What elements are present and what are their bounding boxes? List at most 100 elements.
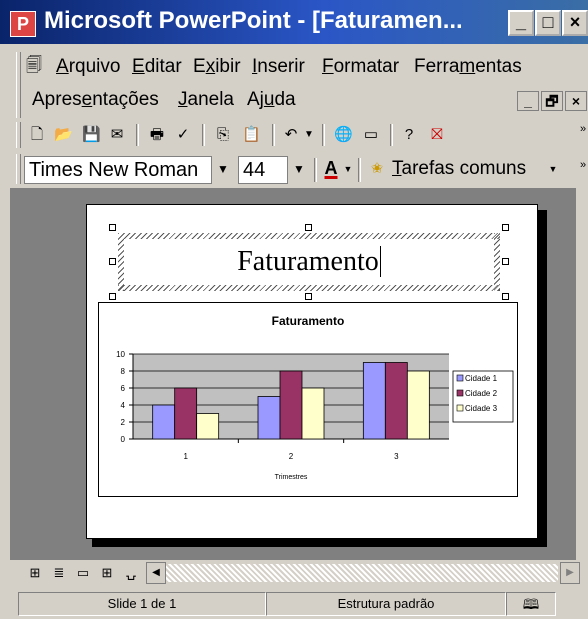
y-tick-label: 8 (121, 367, 126, 376)
toolbar-separator (314, 158, 317, 182)
menu-item-formatar[interactable]: Formatar (322, 56, 399, 78)
x-tick-label: 2 (289, 452, 294, 461)
slide-view-icon[interactable]: ▭ (74, 564, 92, 582)
bar (362, 362, 386, 440)
menu-item-ajuda[interactable]: Ajuda (247, 89, 296, 111)
minimize-button[interactable]: _ (508, 10, 534, 36)
y-tick-label: 4 (121, 401, 126, 410)
font-name-box[interactable]: Times New Roman (24, 156, 212, 184)
new-file-icon[interactable]: 🗋 (28, 126, 46, 144)
text-cursor (379, 246, 381, 277)
legend-swatch (456, 404, 464, 412)
tables-icon[interactable]: ▭ (362, 126, 380, 144)
bar (196, 413, 220, 440)
font-size-dropdown-icon[interactable]: ▼ (288, 156, 310, 184)
maximize-button[interactable]: □ (535, 10, 561, 36)
legend-label: Cidade 3 (465, 404, 498, 413)
font-color-icon[interactable]: A (320, 158, 342, 182)
resize-handle[interactable] (502, 224, 509, 231)
bar (301, 387, 325, 440)
chart-object[interactable]: Faturamento 0 2 4 6 8 10 1 2 3 Trimestres Cidade 1C… (98, 302, 518, 497)
bar (406, 370, 430, 440)
font-name-dropdown-icon[interactable]: ▼ (212, 156, 234, 184)
menu-item-editar[interactable]: Editar (132, 56, 182, 78)
doc-close-button[interactable]: × (565, 91, 587, 111)
insert-chart-icon[interactable]: 🌐 (334, 126, 353, 144)
toolbar-options-chevron-icon[interactable]: » (574, 156, 588, 174)
menubar-grip[interactable] (16, 52, 21, 118)
resize-handle[interactable] (109, 224, 116, 231)
slide-title: Faturamento (237, 246, 379, 277)
x-tick-label: 3 (394, 452, 399, 461)
bar (279, 370, 303, 440)
x-tick-label: 1 (183, 452, 188, 461)
bar (384, 362, 408, 440)
y-tick-label: 10 (116, 350, 125, 359)
toolbar-separator (358, 158, 361, 182)
tasks-button[interactable]: Tarefas comuns (392, 158, 526, 180)
email-icon[interactable]: ✉ (108, 126, 126, 144)
document-icon[interactable]: 🗐 (26, 56, 46, 76)
standard-toolbar-grip[interactable] (16, 122, 21, 148)
open-folder-icon[interactable]: 📂 (54, 126, 73, 144)
y-tick-label: 2 (121, 418, 126, 427)
toolbar-separator (136, 124, 139, 146)
menu-item-janela[interactable]: Janela (178, 89, 234, 111)
window-title: Microsoft PowerPoint - [Faturamen... (44, 7, 463, 34)
legend-label: Cidade 1 (465, 374, 498, 383)
tasks-dropdown-icon[interactable]: ▼ (546, 156, 560, 184)
resize-handle[interactable] (502, 293, 509, 300)
print-icon[interactable]: 🖶 (148, 126, 166, 144)
font-size-box[interactable]: 44 (238, 156, 288, 184)
normal-view-icon[interactable]: ⊞ (26, 564, 44, 582)
spelling-icon[interactable]: ✓ (174, 126, 192, 144)
slide-sorter-view-icon[interactable]: ⊞ (98, 564, 116, 582)
bar (257, 396, 281, 440)
formatting-toolbar-grip[interactable] (16, 154, 21, 184)
scroll-track[interactable] (166, 564, 558, 582)
bar (174, 387, 198, 440)
outline-view-icon[interactable]: ≣ (50, 564, 68, 582)
menu-item-apresentacoes[interactable]: Apresentações (32, 89, 159, 111)
legend-swatch (456, 389, 464, 397)
menu-item-arquivo[interactable]: Arquivo (56, 56, 120, 78)
spelling-status-icon[interactable]: 🕮 (506, 592, 556, 616)
copy-icon[interactable]: ⎘ (214, 126, 232, 144)
toolbar-separator (390, 124, 393, 146)
undo-dropdown-icon[interactable]: ▼ (300, 126, 318, 144)
save-icon[interactable]: 💾 (82, 126, 101, 144)
scroll-right-button[interactable]: ▶ (560, 562, 580, 584)
x-axis-label: Trimestres (275, 474, 308, 481)
resize-handle[interactable] (305, 293, 312, 300)
y-tick-label: 0 (121, 435, 126, 444)
resize-handle[interactable] (305, 224, 312, 231)
close-button[interactable]: × (562, 10, 588, 36)
powerpoint-app-icon[interactable]: P (10, 11, 36, 37)
menu-item-ferramentas[interactable]: Ferramentas (414, 56, 522, 78)
toolbar-separator (272, 124, 275, 146)
toolbar-separator (202, 124, 205, 146)
acrobat-icon[interactable]: ⛝ (428, 126, 446, 144)
legend-swatch (456, 374, 464, 382)
status-design-name: Estrutura padrão (266, 592, 506, 616)
y-tick-label: 6 (121, 384, 126, 393)
doc-restore-button[interactable]: 🗗 (541, 91, 563, 111)
paste-icon[interactable]: 📋 (242, 126, 261, 144)
legend-label: Cidade 2 (465, 389, 498, 398)
slide-title-text[interactable]: Faturamento (112, 246, 506, 278)
undo-icon[interactable]: ↶ (282, 126, 300, 144)
slide-show-icon[interactable]: ⍽ (122, 564, 140, 582)
doc-minimize-button[interactable]: _ (517, 91, 539, 111)
help-icon[interactable]: ? (400, 126, 418, 144)
toolbar-separator (322, 124, 325, 146)
tasks-icon[interactable]: ✬ (368, 160, 386, 178)
resize-handle[interactable] (109, 293, 116, 300)
chart-title: Faturamento (272, 314, 345, 328)
bar-chart: Faturamento02468101 2 3TrimestresCidade 1C… (116, 314, 514, 481)
scroll-left-button[interactable]: ◀ (146, 562, 166, 584)
status-slide-count: Slide 1 de 1 (18, 592, 266, 616)
menu-item-inserir[interactable]: Inserir (252, 56, 305, 78)
menu-item-exibir[interactable]: Exibir (193, 56, 241, 78)
font-color-dropdown-icon[interactable]: ▼ (342, 156, 354, 184)
toolbar-options-chevron-icon[interactable]: » (574, 120, 588, 138)
